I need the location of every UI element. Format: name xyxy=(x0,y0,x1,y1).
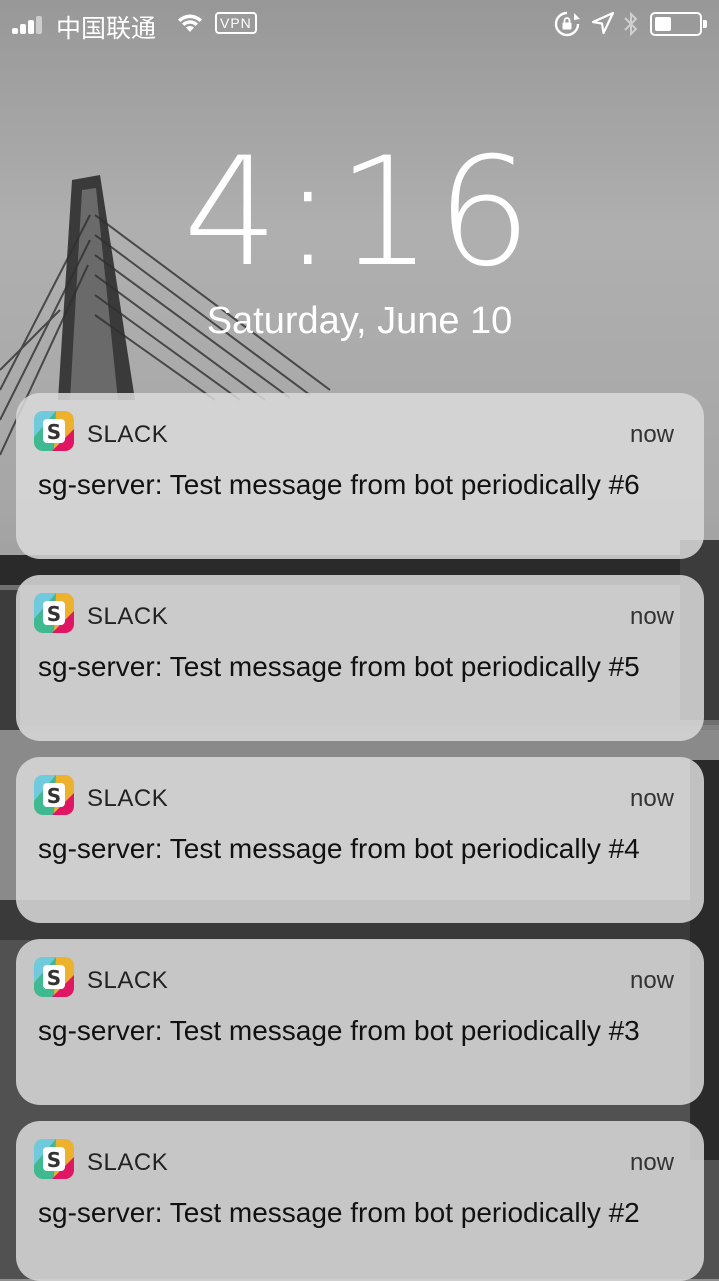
notification-time: now xyxy=(629,603,674,630)
notification-card[interactable]: S SLACK now sg-server: Test message from… xyxy=(16,575,704,741)
cellular-signal-icon xyxy=(12,14,48,34)
slack-app-icon: S xyxy=(34,411,74,451)
location-arrow-icon xyxy=(591,11,615,35)
notification-card[interactable]: S SLACK now sg-server: Test message from… xyxy=(16,393,704,559)
lock-screen-time: 4:16 xyxy=(183,126,536,300)
slack-app-icon: S xyxy=(34,1139,74,1179)
notification-time: now xyxy=(629,785,674,812)
carrier-name: 中国联通 xyxy=(56,14,157,43)
notification-app-name: SLACK xyxy=(87,967,169,994)
lock-screen-date: Saturday, June 10 xyxy=(206,300,513,342)
notification-app-name: SLACK xyxy=(87,1149,169,1176)
notification-message: sg-server: Test message from bot periodi… xyxy=(38,833,640,864)
svg-text:S: S xyxy=(47,420,61,444)
svg-text:S: S xyxy=(47,1148,61,1172)
svg-text:S: S xyxy=(47,602,61,626)
notification-message: sg-server: Test message from bot periodi… xyxy=(38,1015,640,1046)
notification-time: now xyxy=(629,421,674,448)
svg-text:S: S xyxy=(47,966,61,990)
notification-time: now xyxy=(629,1149,674,1176)
slack-app-icon: S xyxy=(34,593,74,633)
battery-icon xyxy=(650,12,707,36)
slack-app-icon: S xyxy=(34,957,74,997)
notification-app-name: SLACK xyxy=(87,785,169,812)
notification-card[interactable]: S SLACK now sg-server: Test message from… xyxy=(16,1121,704,1281)
notification-time: now xyxy=(629,967,674,994)
notification-card[interactable]: S SLACK now sg-server: Test message from… xyxy=(16,757,704,923)
status-bar: 中国联通 VPN xyxy=(0,0,719,48)
notification-app-name: SLACK xyxy=(87,603,169,630)
notification-app-name: SLACK xyxy=(87,421,169,448)
svg-text:S: S xyxy=(47,784,61,808)
slack-app-icon: S xyxy=(34,775,74,815)
wifi-icon xyxy=(178,14,202,32)
notification-card[interactable]: S SLACK now sg-server: Test message from… xyxy=(16,939,704,1105)
notification-message: sg-server: Test message from bot periodi… xyxy=(38,1197,640,1228)
notification-message: sg-server: Test message from bot periodi… xyxy=(38,651,640,682)
vpn-badge: VPN xyxy=(215,12,257,34)
rotation-lock-icon xyxy=(554,11,580,37)
notification-message: sg-server: Test message from bot periodi… xyxy=(38,469,640,500)
bluetooth-icon xyxy=(624,11,638,37)
